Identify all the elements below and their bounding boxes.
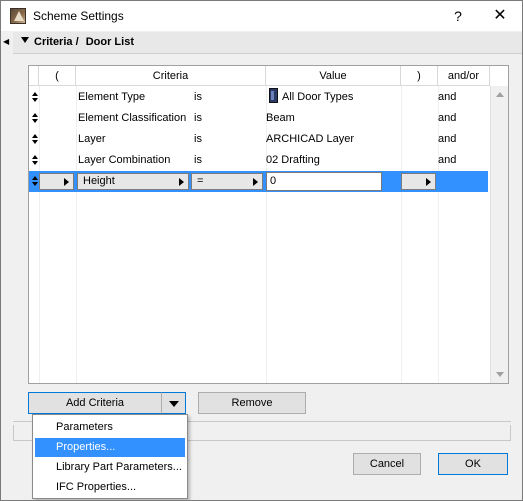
sidebar-collapse-arrow-icon[interactable]: ◀: [3, 37, 9, 47]
reorder-handle-icon[interactable]: [32, 113, 39, 124]
archicad-app-icon: [10, 8, 26, 24]
disclosure-triangle-icon[interactable]: [21, 37, 29, 43]
row-value: 02 Drafting: [266, 154, 320, 166]
reorder-handle-icon[interactable]: [32, 155, 39, 166]
value-input[interactable]: 0: [266, 172, 382, 191]
add-criteria-dropdown-icon[interactable]: [161, 392, 186, 414]
add-criteria-menu: Parameters Properties... Library Part Pa…: [32, 414, 188, 499]
operator-select[interactable]: =: [191, 173, 263, 190]
row-criteria: Layer Combination: [78, 154, 171, 166]
row-criteria: Element Classification: [78, 112, 187, 124]
row-value-cell: All Door Types: [269, 87, 353, 108]
row-operator: is: [194, 133, 202, 145]
menu-item-library-part-parameters[interactable]: Library Part Parameters...: [35, 458, 185, 477]
breadcrumb-subsection: Door List: [85, 36, 134, 48]
chevron-right-icon: [426, 178, 431, 186]
door-icon: [269, 88, 278, 103]
row-criteria: Layer: [78, 133, 106, 145]
breadcrumb: Criteria / Door List: [34, 36, 138, 48]
remove-button[interactable]: Remove: [198, 392, 306, 414]
criteria-select[interactable]: Height: [77, 173, 189, 190]
close-paren-select[interactable]: [401, 173, 436, 190]
reorder-handle-icon[interactable]: [32, 92, 39, 103]
criteria-select-value: Height: [83, 175, 115, 187]
row-andor: and: [438, 91, 457, 103]
row-operator: is: [194, 112, 202, 124]
menu-item-ifc-properties[interactable]: IFC Properties...: [35, 478, 185, 497]
chevron-right-icon: [253, 178, 258, 186]
column-header-open-paren[interactable]: (: [39, 66, 76, 86]
row-andor: and: [438, 133, 457, 145]
row-value: Beam: [266, 112, 295, 124]
chevron-right-icon: [179, 178, 184, 186]
title-bar: Scheme Settings ? ✕: [1, 1, 522, 31]
row-value: ARCHICAD Layer: [266, 133, 355, 145]
column-header-handle: [29, 66, 39, 86]
table-row[interactable]: Element Classification is Beam and: [29, 108, 488, 129]
cancel-button[interactable]: Cancel: [353, 453, 421, 475]
row-operator: is: [194, 154, 202, 166]
operator-select-value: =: [197, 175, 204, 187]
table-row[interactable]: Element Type is All Door Types and: [29, 87, 488, 108]
vertical-scrollbar[interactable]: [490, 86, 508, 383]
menu-item-properties[interactable]: Properties...: [35, 438, 185, 457]
row-andor: and: [438, 154, 457, 166]
reorder-handle-icon[interactable]: [32, 176, 39, 187]
column-header-andor[interactable]: and/or: [438, 66, 490, 86]
row-criteria: Element Type: [78, 91, 146, 103]
help-button[interactable]: ?: [441, 1, 475, 31]
table-row[interactable]: Layer is ARCHICAD Layer and: [29, 129, 488, 150]
ok-button[interactable]: OK: [438, 453, 508, 475]
column-header-close-paren[interactable]: ): [401, 66, 438, 86]
criteria-table: ( Criteria Value ) and/or Element Type i…: [28, 65, 509, 384]
scroll-down-icon[interactable]: [496, 372, 504, 377]
table-row-selected[interactable]: Height = 0: [29, 171, 488, 192]
add-criteria-button[interactable]: Add Criteria: [28, 392, 162, 414]
column-header-criteria[interactable]: Criteria: [76, 66, 266, 86]
reorder-handle-icon[interactable]: [32, 134, 39, 145]
scroll-up-icon[interactable]: [496, 92, 504, 97]
row-andor: and: [438, 112, 457, 124]
row-value: All Door Types: [282, 91, 354, 103]
table-row[interactable]: Layer Combination is 02 Drafting and: [29, 150, 488, 171]
window-title: Scheme Settings: [33, 9, 124, 23]
column-header-value[interactable]: Value: [266, 66, 401, 86]
row-operator: is: [194, 91, 202, 103]
chevron-right-icon: [64, 178, 69, 186]
menu-item-parameters[interactable]: Parameters: [35, 418, 185, 437]
breadcrumb-section: Criteria /: [34, 36, 79, 48]
open-paren-select[interactable]: [39, 173, 74, 190]
scheme-settings-dialog: Scheme Settings ? ✕ ◀ Criteria / Door Li…: [0, 0, 523, 501]
close-button[interactable]: ✕: [479, 1, 521, 31]
